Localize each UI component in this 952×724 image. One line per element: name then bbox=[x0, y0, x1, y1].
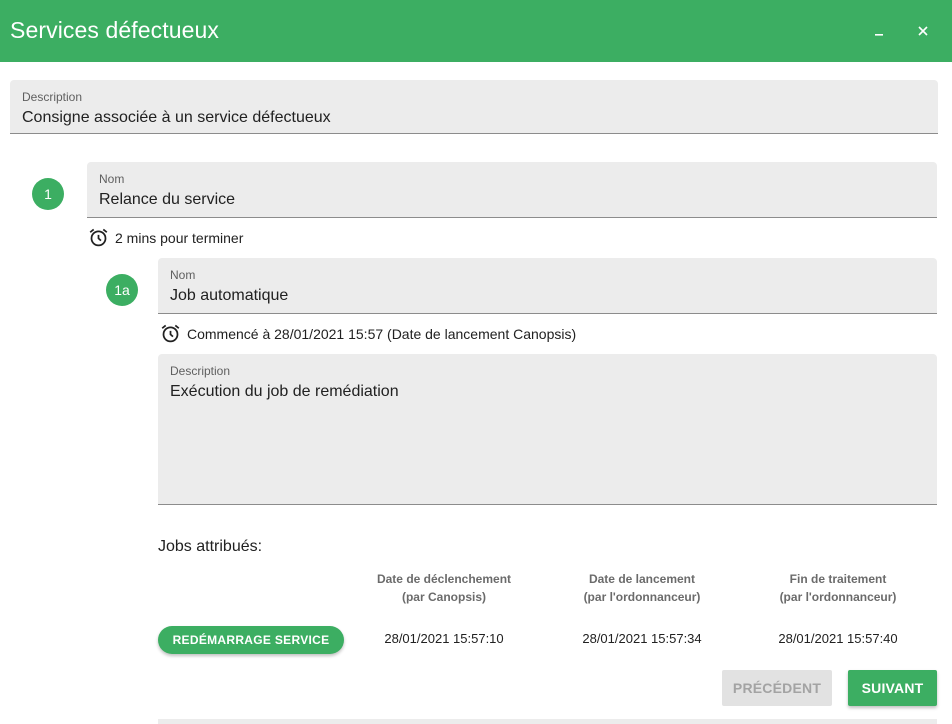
next-field-edge bbox=[158, 719, 937, 724]
duration-text: 2 mins pour terminer bbox=[115, 229, 244, 246]
field-value: Exécution du job de remédiation bbox=[170, 383, 399, 400]
instruction-description-field[interactable]: Description Consigne associée à un servi… bbox=[10, 80, 938, 134]
operation-name-field[interactable]: Nom Relance du service bbox=[87, 162, 937, 218]
substep-badge: 1a bbox=[106, 274, 138, 306]
minimize-button[interactable] bbox=[866, 18, 892, 44]
alarm-clock-icon bbox=[161, 324, 180, 343]
job-finished-date: 28/01/2021 15:57:40 bbox=[778, 631, 898, 646]
operation-duration: 2 mins pour terminer bbox=[88, 227, 243, 248]
step-started-info: Commencé à 28/01/2021 15:57 (Date de lan… bbox=[160, 323, 576, 344]
field-label: Nom bbox=[99, 172, 125, 186]
column-header-triggered: Date de déclenchement (par Canopsis) bbox=[376, 572, 512, 604]
column-header-launched: Date de lancement (par l'ordonnanceur) bbox=[583, 572, 701, 604]
minimize-icon bbox=[875, 34, 883, 36]
started-text: Commencé à 28/01/2021 15:57 (Date de lan… bbox=[187, 325, 577, 342]
next-button[interactable]: SUIVANT bbox=[848, 670, 937, 706]
field-label: Description bbox=[22, 90, 83, 104]
close-button[interactable] bbox=[910, 18, 936, 44]
window-titlebar: Services défectueux bbox=[0, 0, 952, 62]
window-title: Services défectueux bbox=[10, 17, 220, 43]
field-label: Nom bbox=[170, 268, 196, 282]
field-label: Description bbox=[170, 364, 231, 378]
field-value: Relance du service bbox=[99, 191, 236, 208]
step-description-field[interactable]: Description Exécution du job de remédiat… bbox=[158, 354, 937, 505]
job-button[interactable]: REDÉMARRAGE SERVICE bbox=[158, 626, 344, 654]
step-name-field[interactable]: Nom Job automatique bbox=[158, 258, 937, 314]
close-icon bbox=[918, 26, 928, 36]
field-value: Job automatique bbox=[170, 287, 289, 304]
alarm-clock-icon bbox=[89, 228, 108, 247]
job-triggered-date: 28/01/2021 15:57:10 bbox=[384, 631, 504, 646]
step-badge: 1 bbox=[32, 178, 64, 210]
field-value: Consigne associée à un service défectueu… bbox=[22, 109, 331, 126]
column-header-finished: Fin de traitement (par l'ordonnanceur) bbox=[779, 572, 897, 604]
job-launched-date: 28/01/2021 15:57:34 bbox=[582, 631, 702, 646]
jobs-title: Jobs attribués: bbox=[158, 538, 263, 555]
previous-button[interactable]: PRÉCÉDENT bbox=[722, 670, 832, 706]
